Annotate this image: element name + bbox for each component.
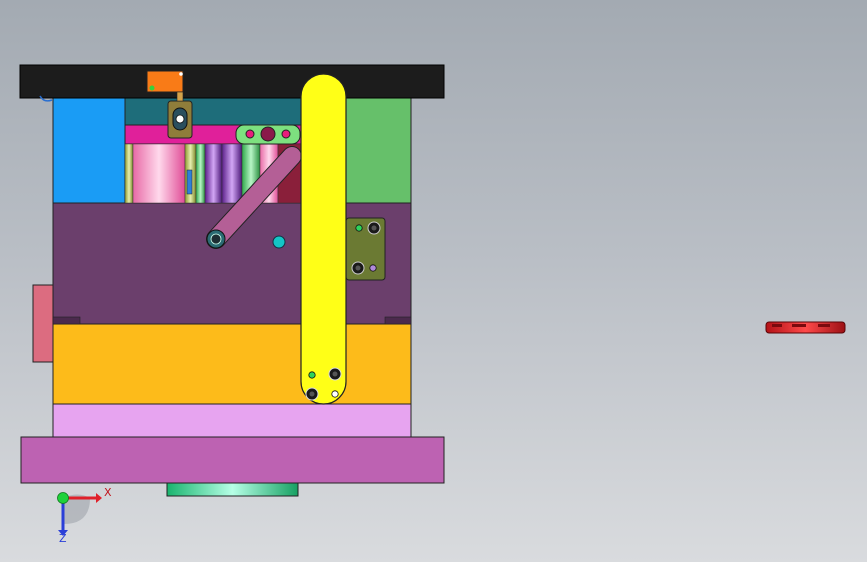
mold-assembly[interactable]	[0, 0, 867, 562]
bracket-hole-2	[369, 264, 377, 272]
top-clamp-plate[interactable]	[19, 64, 445, 99]
lifter-hole-1	[308, 371, 316, 379]
left-cavity-insert[interactable]	[52, 97, 126, 204]
lifter-screw-1-core	[332, 371, 338, 377]
dowel-pin	[272, 235, 286, 249]
ejector-pin-purple	[204, 143, 223, 204]
right-cavity-insert[interactable]	[345, 97, 412, 204]
ejector-pin-pink	[132, 143, 186, 204]
remote-part[interactable]	[765, 321, 846, 334]
tag-block-led	[149, 85, 155, 91]
triad-z-label: Z	[59, 532, 67, 545]
sprue-bushing-hole	[175, 114, 185, 124]
guide-pad-right	[384, 316, 412, 325]
lifter-arm[interactable]	[300, 73, 347, 405]
link-hole-3	[281, 129, 291, 139]
ejector-pin-olive	[124, 143, 134, 204]
ejector-pin-blue	[186, 169, 193, 195]
support-plate[interactable]	[52, 323, 412, 405]
lifter-screw-2-core	[309, 391, 315, 397]
link-hole-1	[245, 129, 255, 139]
bracket-screw-2-core	[355, 265, 361, 271]
tag-block-pin	[179, 72, 183, 76]
triad: X Z	[30, 478, 120, 548]
sprue-stem	[176, 91, 184, 102]
link-hole-2	[260, 126, 276, 142]
ejector-pin-violet	[221, 143, 243, 204]
cad-viewport[interactable]: X Z	[0, 0, 867, 562]
core-retainer[interactable]	[124, 97, 304, 126]
side-block[interactable]	[32, 284, 54, 363]
spacer-plate[interactable]	[52, 403, 412, 438]
locating-ring[interactable]	[166, 482, 299, 497]
guide-pad-left	[52, 316, 81, 325]
bracket-hole-1	[355, 224, 363, 232]
lifter-hole-2	[331, 390, 339, 398]
ejector-pin-green	[195, 143, 206, 204]
bracket-screw-1-core	[371, 225, 377, 231]
bottom-clamp-plate[interactable]	[20, 436, 445, 484]
triad-x-label: X	[104, 486, 112, 499]
